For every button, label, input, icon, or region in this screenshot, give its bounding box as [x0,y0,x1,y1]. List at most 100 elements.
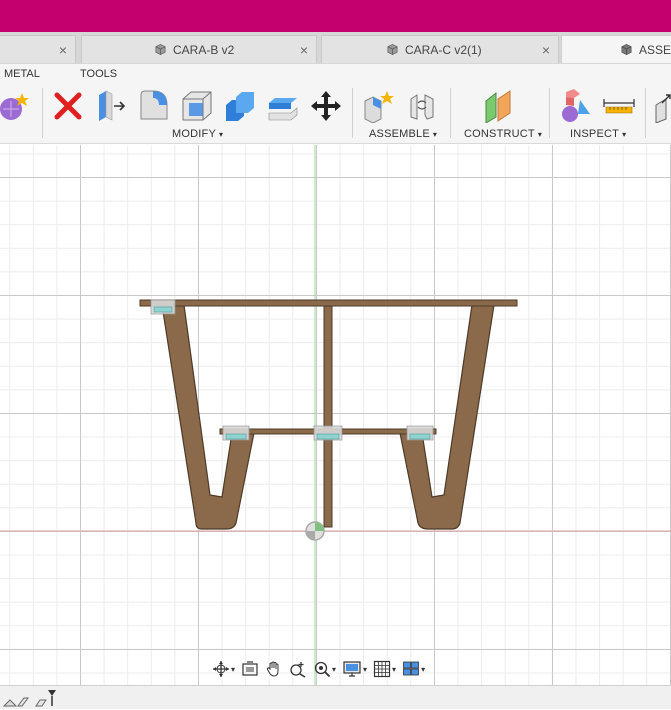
joint-marker[interactable] [222,425,250,441]
chevron-down-icon[interactable]: ▾ [363,665,367,674]
fillet-button[interactable] [136,88,172,124]
timeline-bar [0,685,671,709]
display-settings-icon [343,661,361,677]
move-button[interactable] [308,88,344,124]
chevron-down-icon[interactable]: ▾ [421,665,425,674]
viewports-icon [403,661,419,676]
chevron-down-icon: ▾ [537,130,543,139]
separator [352,88,353,138]
chevron-down-icon[interactable]: ▾ [392,665,396,674]
delete-button[interactable] [50,88,86,124]
component-color-button[interactable] [558,88,594,124]
canvas-viewport[interactable]: ▾ ▾ ▾ ▾ ▾ [0,145,671,685]
insert-icon [655,94,671,123]
inspect-menu[interactable]: INSPECT ▾ [570,128,626,140]
model-canvas[interactable] [0,145,671,685]
chevron-down-icon: ▾ [432,130,438,139]
close-icon[interactable]: × [542,42,550,58]
look-at-button[interactable] [239,657,261,681]
separator [42,88,43,138]
tab-label: CARA-B v2 [173,42,235,57]
origin-icon[interactable] [305,521,325,541]
create-component-icon [0,93,29,120]
chevron-down-icon[interactable]: ▾ [332,665,336,674]
title-bar [0,0,671,32]
separator [450,88,451,138]
offset-plane-button[interactable] [481,88,517,124]
offset-plane-icon [485,90,511,123]
joint-icon [410,94,434,120]
replace-face-button[interactable] [265,88,301,124]
left-leg[interactable] [161,304,255,530]
press-pull-icon [99,90,126,121]
grid-settings-icon [373,660,391,678]
shell-button[interactable] [179,88,215,124]
combine-button[interactable] [222,88,258,124]
center-post[interactable] [323,304,333,528]
insert-button[interactable] [651,88,671,124]
pan-icon [266,661,279,677]
timeline-feature-icon[interactable] [17,697,29,707]
timeline-feature-icon[interactable] [2,699,18,707]
fillet-icon [140,90,168,120]
assemble-label: ASSEMBLE [369,128,430,140]
new-component-button[interactable] [361,88,397,124]
joint-marker[interactable] [313,425,343,441]
replace-face-icon [268,98,298,121]
shell-icon [182,91,212,121]
chevron-down-icon: ▾ [218,130,224,139]
component-icon [387,43,398,56]
section-tools[interactable]: TOOLS [80,68,117,80]
assemble-menu[interactable]: ASSEMBLE ▾ [369,128,437,140]
joint-button[interactable] [404,88,440,124]
move-icon [311,91,341,121]
modify-menu[interactable]: MODIFY ▾ [172,128,223,140]
navigation-bar: ▾ ▾ ▾ ▾ ▾ [210,656,446,682]
chevron-down-icon: ▾ [622,130,627,139]
timeline-icons [2,690,56,707]
orbit-icon [213,661,229,677]
construct-menu[interactable]: CONSTRUCT ▾ [464,128,542,140]
tab-assembly[interactable]: ASSE [561,35,671,63]
new-component-icon [364,91,394,123]
press-pull-button[interactable] [93,88,129,124]
separator [645,88,646,138]
orbit-button[interactable]: ▾ [210,657,237,681]
joint-marker[interactable] [150,299,176,315]
chevron-down-icon[interactable]: ▾ [231,665,235,674]
document-tab-strip: × CARA-B v2 × CARA-C v2(1) × ASSE [0,32,671,64]
create-component-button[interactable] [0,88,32,124]
display-settings-button[interactable]: ▾ [340,657,369,681]
toolbar: METAL TOOLS MODIFY ▾ ASSEMBLE ▾ CONSTRUC… [0,64,671,144]
combine-icon [226,92,254,121]
close-icon[interactable]: × [300,42,308,58]
component-icon [155,43,166,56]
pan-button[interactable] [263,657,285,681]
right-leg[interactable] [399,304,495,530]
tab-document-1[interactable]: × [0,35,76,63]
measure-button[interactable] [601,88,637,124]
fit-icon [314,661,331,678]
component-icon [621,43,632,56]
table-top[interactable] [139,299,518,307]
tab-label: CARA-C v2(1) [405,42,482,57]
modify-label: MODIFY [172,128,216,140]
fit-button[interactable]: ▾ [311,657,338,681]
table-model[interactable] [139,299,518,530]
look-at-icon [242,661,258,676]
close-icon[interactable]: × [59,42,67,58]
section-sheet-metal[interactable]: METAL [4,68,40,80]
measure-icon [603,99,635,114]
zoom-icon [290,662,306,678]
display-component-colors-icon [562,89,590,122]
viewports-button[interactable]: ▾ [400,657,427,681]
inspect-label: INSPECT [570,128,620,140]
zoom-button[interactable] [287,657,309,681]
tab-cara-b[interactable]: CARA-B v2 × [81,35,317,63]
construct-label: CONSTRUCT [464,128,535,140]
separator [549,88,550,138]
joint-marker[interactable] [406,425,434,441]
timeline-marker-icon[interactable] [35,690,56,707]
grid-settings-button[interactable]: ▾ [371,657,398,681]
tab-cara-c[interactable]: CARA-C v2(1) × [321,35,559,63]
